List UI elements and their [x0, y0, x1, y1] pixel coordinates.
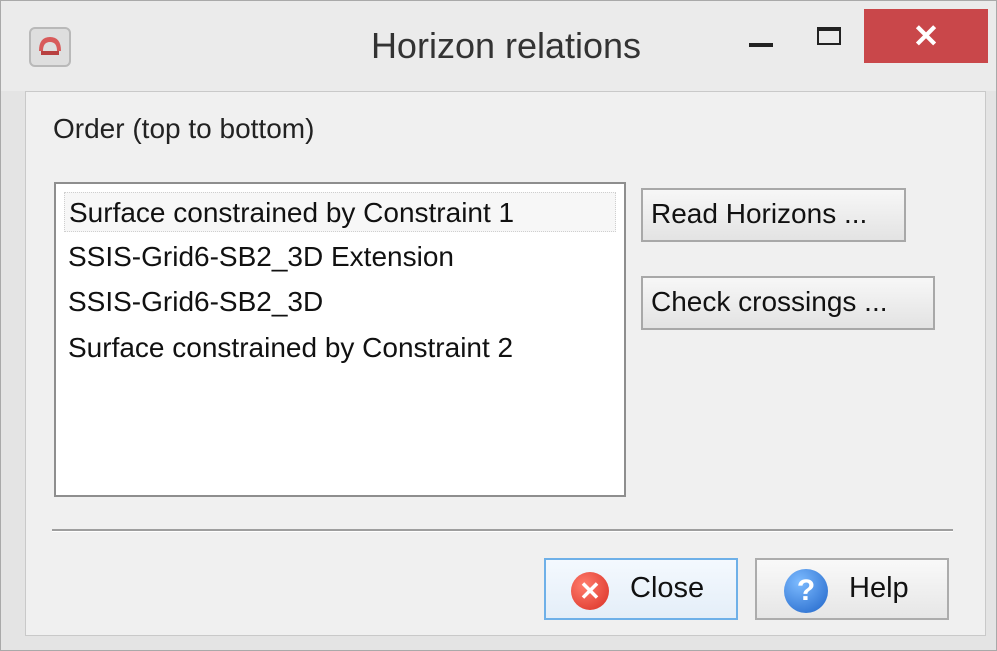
list-item[interactable]: Surface constrained by Constraint 2	[64, 328, 616, 368]
close-button[interactable]: ✕ Close	[544, 558, 738, 620]
minimize-icon	[749, 43, 773, 47]
read-horizons-button[interactable]: Read Horizons ...	[641, 188, 906, 242]
close-icon: ✕	[912, 18, 940, 54]
maximize-button[interactable]	[804, 23, 854, 63]
horizon-list[interactable]: Surface constrained by Constraint 1 SSIS…	[54, 182, 626, 497]
list-item[interactable]: SSIS-Grid6-SB2_3D Extension	[64, 237, 616, 277]
list-item[interactable]: Surface constrained by Constraint 1	[64, 192, 616, 232]
app-icon[interactable]	[29, 27, 71, 67]
help-button-label: Help	[849, 572, 909, 604]
list-item[interactable]: SSIS-Grid6-SB2_3D	[64, 282, 616, 322]
window-title: Horizon relations	[370, 25, 642, 66]
close-circle-icon: ✕	[571, 572, 609, 610]
help-button[interactable]: ? Help	[755, 558, 949, 620]
title-bar: Horizon relations ✕	[1, 1, 996, 91]
separator	[52, 529, 953, 532]
window-close-button[interactable]: ✕	[864, 9, 988, 63]
maximize-icon	[817, 27, 841, 45]
minimize-button[interactable]	[737, 25, 787, 65]
check-crossings-button[interactable]: Check crossings ...	[641, 276, 935, 330]
dialog-window: Horizon relations ✕ Order (top to bottom…	[0, 0, 997, 651]
close-button-label: Close	[630, 572, 705, 604]
help-icon: ?	[784, 569, 828, 613]
order-label: Order (top to bottom)	[53, 113, 315, 144]
